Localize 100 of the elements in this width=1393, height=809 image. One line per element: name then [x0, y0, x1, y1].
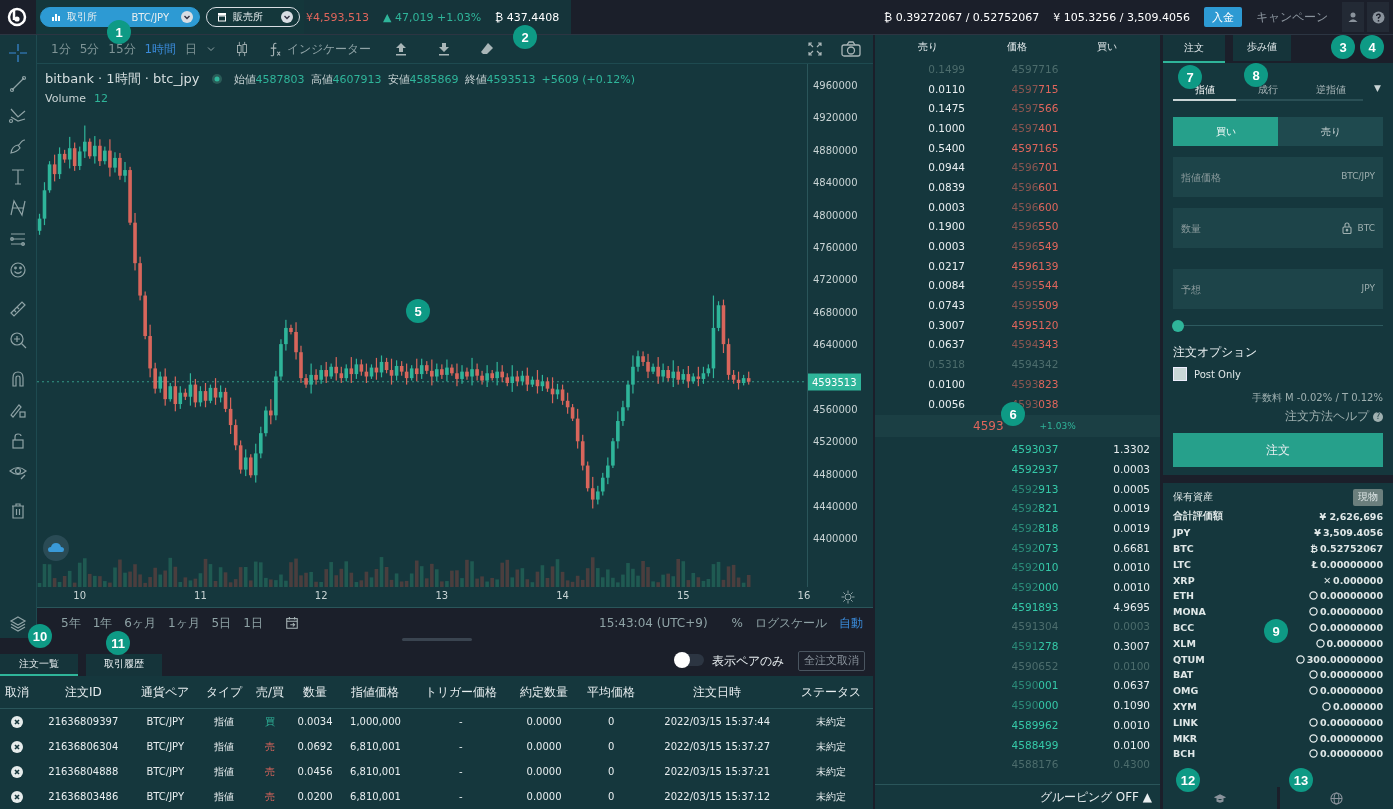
- ask-price[interactable]: 4597715: [1011, 82, 1059, 95]
- orders-tab[interactable]: 注文一覧: [0, 654, 78, 676]
- bid-size: 0.1090: [1113, 699, 1150, 712]
- table-cell: 0: [577, 784, 645, 809]
- bid-price[interactable]: 4592000: [1011, 581, 1059, 594]
- asset-name: LTC: [1173, 558, 1191, 570]
- side-cell: 売: [249, 784, 291, 809]
- ask-price[interactable]: 4594343: [1011, 338, 1059, 351]
- side-cell: 買: [249, 708, 291, 734]
- side-toggle[interactable]: 売り: [1278, 117, 1383, 146]
- bid-price[interactable]: 4590000: [1011, 699, 1059, 712]
- table-cell: 0.0692: [290, 734, 340, 759]
- percent-button[interactable]: %: [731, 616, 743, 630]
- ask-price[interactable]: 4593823: [1011, 377, 1059, 390]
- help-link[interactable]: 注文方法ヘルプ: [1285, 408, 1369, 425]
- ask-price[interactable]: 4595509: [1011, 299, 1059, 312]
- ask-price[interactable]: 4596139: [1011, 259, 1059, 272]
- bid-price[interactable]: 4593037: [1011, 443, 1059, 456]
- ask-size: 0.1900: [927, 220, 965, 233]
- ask-price[interactable]: 4596549: [1011, 240, 1059, 253]
- panel-tab[interactable]: 歩み値: [1233, 35, 1291, 61]
- ohlc-value: 終値4593513: [464, 71, 536, 87]
- table-cell: 0: [577, 759, 645, 784]
- bid-price[interactable]: 4591893: [1011, 600, 1059, 613]
- asset-name: BCH: [1173, 748, 1196, 760]
- table-cell: -: [411, 759, 511, 784]
- time-axis-label: 16: [797, 590, 811, 601]
- asset-value: 0.00000000: [1319, 606, 1383, 618]
- order-type-tab[interactable]: 逆指値: [1299, 77, 1363, 101]
- bid-price[interactable]: 4591278: [1011, 640, 1059, 653]
- ask-price[interactable]: 4596550: [1011, 220, 1059, 233]
- deposit-button[interactable]: 入金: [1204, 7, 1242, 27]
- column-header: 売/買: [249, 676, 291, 709]
- ask-price[interactable]: 4596701: [1011, 161, 1059, 174]
- table-cell: 2022/03/15 15:37:27: [644, 734, 790, 759]
- bid-price[interactable]: 4592937: [1011, 462, 1059, 475]
- interval-tab[interactable]: 1時間: [144, 40, 177, 58]
- more-button[interactable]: ▼: [1374, 83, 1381, 93]
- indicators-button[interactable]: インジケーター: [268, 40, 372, 58]
- bid-size: 0.0019: [1113, 502, 1150, 515]
- table-cell: 0.0000: [510, 784, 578, 809]
- column-header: トリガー価格: [411, 676, 511, 709]
- bid-price[interactable]: 4590001: [1011, 679, 1059, 692]
- range-button[interactable]: 1年: [92, 616, 113, 630]
- interval-tab[interactable]: 1分: [51, 40, 71, 58]
- campaign-link[interactable]: キャンペーン: [1256, 8, 1328, 26]
- price-axis-label: 4560000: [813, 403, 858, 415]
- price-axis-label: 4960000: [813, 79, 858, 91]
- ask-price[interactable]: 4596600: [1011, 200, 1059, 213]
- range-button[interactable]: 1日: [243, 616, 263, 630]
- help-mark[interactable]: ?: [1373, 411, 1383, 422]
- bid-price[interactable]: 4589962: [1011, 718, 1059, 731]
- ask-price[interactable]: 4596601: [1011, 180, 1059, 193]
- bid-size: 0.0100: [1113, 738, 1150, 751]
- ask-price[interactable]: 4595544: [1011, 279, 1059, 292]
- orders-tab[interactable]: 取引履歴: [86, 654, 162, 676]
- table-cell: 6,810,001: [339, 734, 411, 759]
- ohlc-value: 高値4607913: [310, 71, 382, 87]
- balance-text: ₿ 0.39272067 / 0.52752067: [884, 10, 1040, 24]
- range-button[interactable]: 6ヶ月: [124, 616, 156, 630]
- log-scale-button[interactable]: ログスケール: [755, 616, 827, 630]
- bid-price[interactable]: 4592913: [1011, 482, 1059, 495]
- table-cell: 0: [577, 734, 645, 759]
- interval-tab[interactable]: 日: [185, 40, 198, 58]
- bid-price[interactable]: 4588499: [1011, 738, 1059, 751]
- bid-price[interactable]: 4592818: [1011, 521, 1059, 534]
- asset-value: 0.00000000: [1319, 685, 1383, 697]
- table-cell: 6,810,001: [339, 784, 411, 809]
- price-axis-label: 4480000: [813, 468, 858, 480]
- interval-tab[interactable]: 5分: [79, 40, 100, 58]
- time-axis-label: 14: [556, 590, 569, 601]
- ask-price[interactable]: 4597165: [1011, 141, 1059, 154]
- ask-price[interactable]: 4597401: [1011, 121, 1059, 134]
- asset-name: MONA: [1173, 606, 1206, 618]
- cancel-all-button[interactable]: 全注文取消: [798, 651, 865, 671]
- column-header: 指値価格: [339, 676, 411, 709]
- asset-value: 3,509.4056: [1322, 527, 1383, 539]
- panel-tab[interactable]: 注文: [1163, 35, 1225, 63]
- range-button[interactable]: 1ヶ月: [167, 616, 200, 630]
- currency-symbol: ✕: [1323, 574, 1332, 586]
- bid-price[interactable]: 4592073: [1011, 541, 1059, 554]
- bid-price[interactable]: 4592010: [1011, 561, 1059, 574]
- bid-size: 0.0010: [1113, 561, 1150, 574]
- range-button[interactable]: 5年: [61, 616, 81, 630]
- bid-size: 0.6681: [1113, 541, 1150, 554]
- auto-scale-button[interactable]: 自動: [839, 616, 863, 630]
- ask-price[interactable]: 4595120: [1011, 318, 1059, 331]
- side-cell: 売: [249, 759, 291, 784]
- bid-size: 0.0010: [1113, 718, 1150, 731]
- range-button[interactable]: 5日: [211, 616, 232, 630]
- ask-price[interactable]: 4597566: [1011, 102, 1059, 115]
- asset-value: 0.00000000: [1319, 716, 1383, 728]
- bid-price[interactable]: 4592821: [1011, 502, 1059, 515]
- ask-size: 0.1475: [927, 102, 965, 115]
- side-toggle[interactable]: 買い: [1173, 117, 1278, 146]
- price-axis-label: 4400000: [813, 532, 858, 544]
- table-cell: 21636803486: [34, 784, 132, 809]
- table-cell: 2022/03/15 15:37:44: [644, 708, 790, 734]
- grouping-button[interactable]: グルーピング OFF ▲: [1039, 788, 1152, 806]
- bid-size: 1.3302: [1113, 443, 1150, 456]
